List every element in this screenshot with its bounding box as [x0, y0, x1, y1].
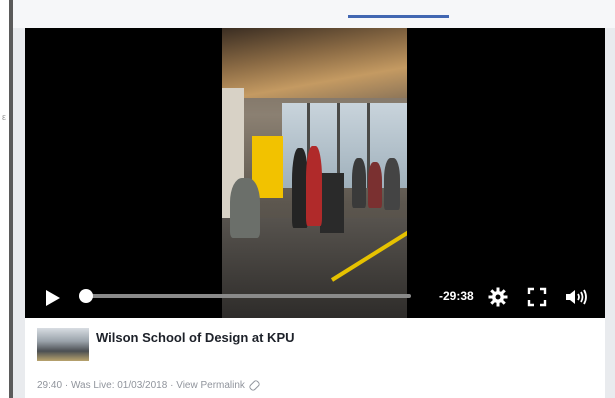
lectern: [320, 173, 344, 233]
left-edge-strip: [0, 0, 9, 398]
edge-mark: ε: [2, 112, 7, 122]
link-icon: [248, 378, 261, 392]
progress-scrubber[interactable]: [79, 289, 94, 303]
video-frame: [222, 28, 407, 318]
left-divider: [9, 0, 13, 398]
page-name[interactable]: Wilson School of Design at KPU: [96, 330, 295, 345]
post-info-panel: Wilson School of Design at KPU 29:40 · W…: [25, 318, 605, 398]
play-icon[interactable]: [46, 290, 60, 306]
post-meta: 29:40 · Was Live: 01/03/2018 · View Perm…: [37, 378, 261, 392]
permalink-link[interactable]: View Permalink: [176, 380, 245, 391]
gear-icon[interactable]: [487, 286, 509, 308]
page-thumbnail[interactable]: [37, 328, 89, 361]
video-player[interactable]: -29:38: [25, 28, 605, 318]
active-tab-indicator[interactable]: [348, 15, 449, 18]
time-remaining: -29:38: [439, 289, 474, 303]
progress-bar[interactable]: [83, 294, 411, 298]
top-tab-area: [13, 0, 615, 28]
was-live-date: Was Live: 01/03/2018: [70, 380, 168, 391]
video-duration: 29:40: [37, 380, 63, 391]
volume-icon[interactable]: [563, 286, 589, 308]
fullscreen-icon[interactable]: [526, 286, 548, 308]
video-controls: -29:38: [25, 283, 605, 318]
